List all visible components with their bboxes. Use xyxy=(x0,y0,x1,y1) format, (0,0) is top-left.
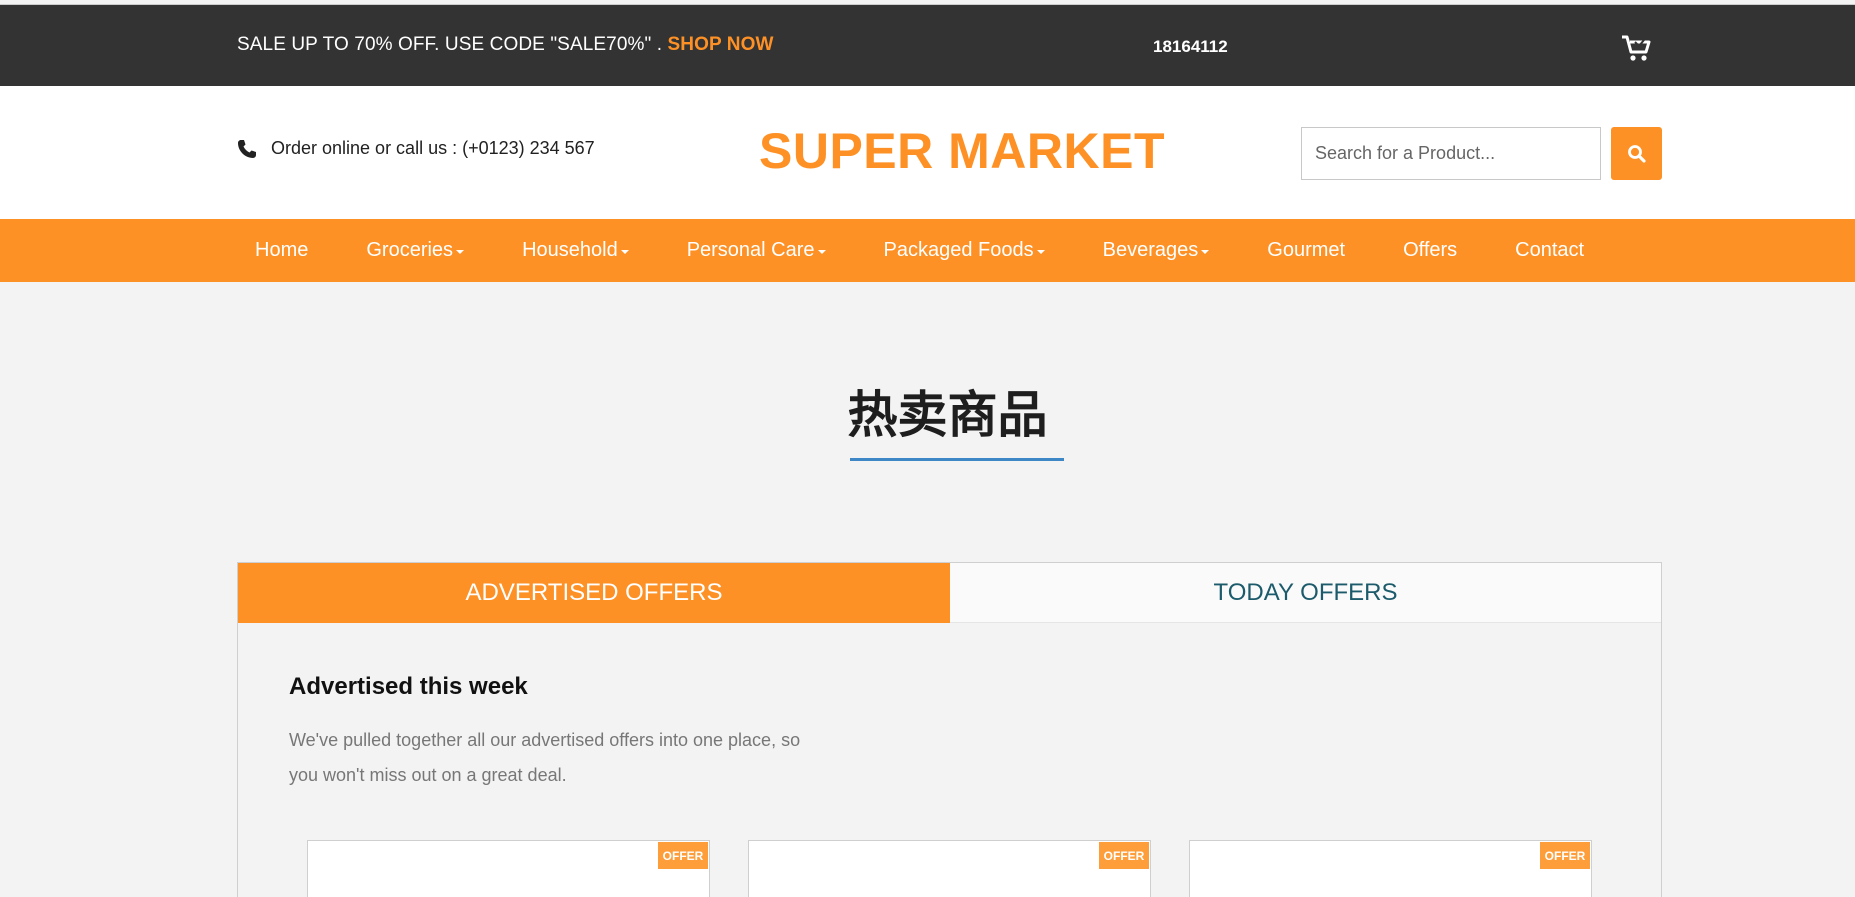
nav-item-personal-care[interactable]: Personal Care xyxy=(669,219,844,282)
offers-panel: ADVERTISED OFFERS TODAY OFFERS Advertise… xyxy=(237,562,1662,897)
nav-item-contact[interactable]: Contact xyxy=(1497,219,1602,282)
nav-item-label: Contact xyxy=(1515,239,1585,261)
nav-item-gourmet[interactable]: Gourmet xyxy=(1249,219,1363,282)
caret-down-icon xyxy=(620,249,629,254)
section-title: 热卖商品 xyxy=(847,387,1048,443)
nav-item-label: Groceries xyxy=(366,239,454,261)
search-input[interactable] xyxy=(1301,127,1601,180)
nav-list: Home Groceries Household Personal Care Packa… xyxy=(237,219,1624,282)
caret-down-icon xyxy=(1201,249,1210,254)
nav-item-label: Packaged Foods xyxy=(883,239,1034,261)
nav-item-beverages[interactable]: Beverages xyxy=(1085,219,1228,282)
nav-item-packaged-foods[interactable]: Packaged Foods xyxy=(866,219,1063,282)
product-card[interactable]: OFFER xyxy=(748,840,1151,897)
nav-item-label: Personal Care xyxy=(686,239,815,261)
advertised-title: Advertised this week xyxy=(289,673,528,700)
search-button[interactable] xyxy=(1611,127,1662,180)
nav-item-offers[interactable]: Offers xyxy=(1385,219,1475,282)
shop-now-link[interactable]: SHOP NOW xyxy=(667,34,773,55)
caret-down-icon xyxy=(456,249,465,254)
call-text: Order online or call us : (+0123) 234 56… xyxy=(271,138,595,158)
top-bar: SALE UP TO 70% OFF. USE CODE "SALE70%" .… xyxy=(0,5,1855,86)
nav-item-household[interactable]: Household xyxy=(504,219,647,282)
header: Order online or call us : (+0123) 234 56… xyxy=(0,86,1855,219)
site-logo[interactable]: SUPER MARKET xyxy=(759,122,1165,180)
offer-badge: OFFER xyxy=(658,842,708,869)
promo-text: SALE UP TO 70% OFF. USE CODE "SALE70%" . xyxy=(237,34,668,55)
title-underline xyxy=(850,458,1064,461)
call-info: Order online or call us : (+0123) 234 56… xyxy=(237,138,595,159)
cart-icon[interactable] xyxy=(1620,33,1652,63)
nav-item-label: Beverages xyxy=(1102,239,1199,261)
advertised-description: We've pulled together all our advertised… xyxy=(289,730,801,785)
main-nav: Home Groceries Household Personal Care Packa… xyxy=(0,219,1855,282)
caret-down-icon xyxy=(817,249,826,254)
offer-badge: OFFER xyxy=(1540,842,1590,869)
nav-item-home[interactable]: Home xyxy=(237,219,326,282)
nav-item-label: Household xyxy=(522,239,618,261)
offer-badge: OFFER xyxy=(1099,842,1149,869)
nav-item-groceries[interactable]: Groceries xyxy=(348,219,482,282)
nav-item-label: Offers xyxy=(1403,239,1458,261)
tab-today-offers[interactable]: TODAY OFFERS xyxy=(950,563,1661,623)
product-card[interactable]: OFFER xyxy=(307,840,710,897)
phone-icon xyxy=(238,139,256,158)
nav-item-label: Gourmet xyxy=(1267,239,1346,261)
top-phone-number: 18164112 xyxy=(1153,37,1228,56)
nav-item-label: Home xyxy=(255,239,309,261)
caret-down-icon xyxy=(1036,249,1045,254)
promo-banner: SALE UP TO 70% OFF. USE CODE "SALE70%" .… xyxy=(237,34,774,56)
product-card[interactable]: OFFER xyxy=(1189,840,1592,897)
search-icon xyxy=(1627,144,1646,163)
tab-advertised-offers[interactable]: ADVERTISED OFFERS xyxy=(238,563,950,623)
